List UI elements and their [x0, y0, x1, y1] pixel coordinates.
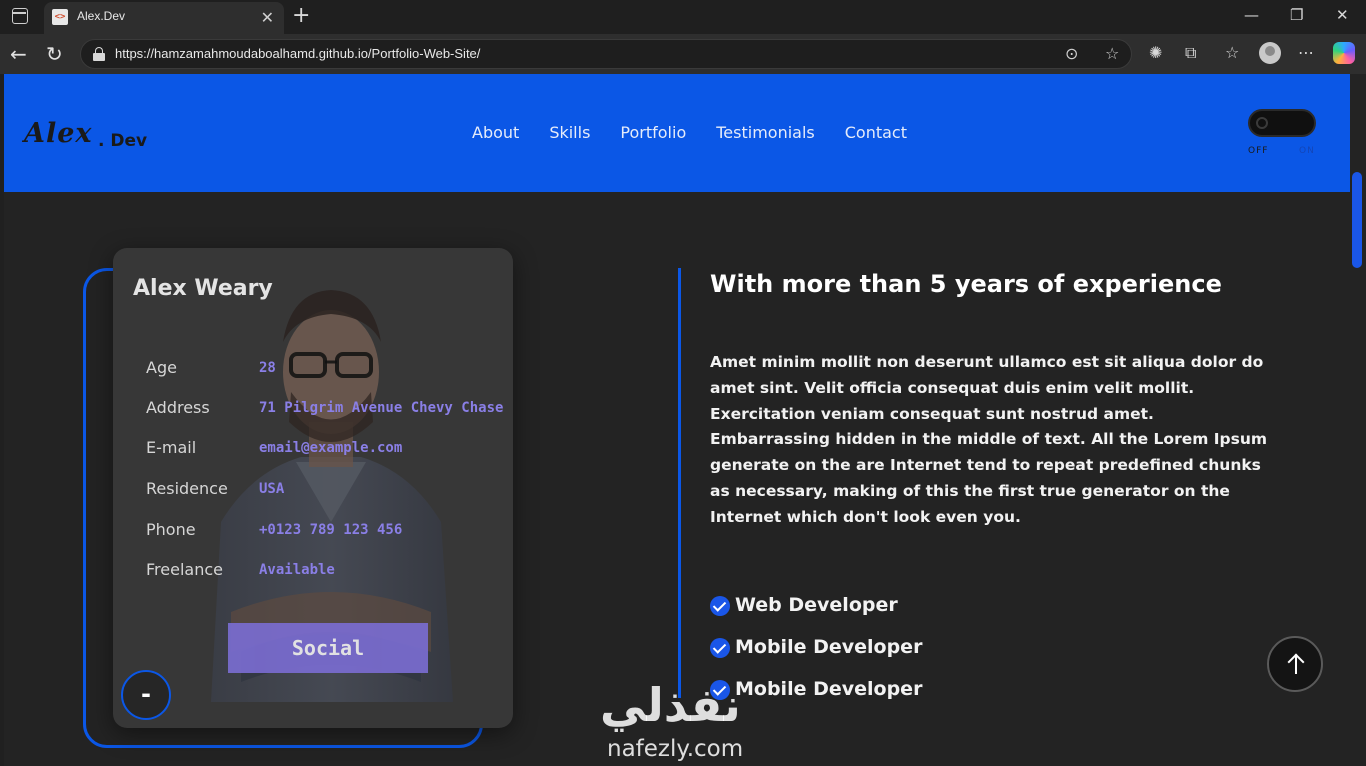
theme-toggle-switch[interactable] — [1248, 109, 1316, 137]
info-value: Available — [259, 562, 335, 578]
main-nav: About Skills Portfolio Testimonials Cont… — [472, 123, 907, 142]
lock-icon — [93, 47, 105, 61]
info-label: Residence — [146, 479, 228, 498]
check-circle-icon — [710, 638, 730, 658]
watermark-latin: nafezly.com — [607, 736, 744, 762]
extensions-puzzle-icon[interactable]: ⧉ — [1185, 43, 1196, 63]
scrollbar-thumb[interactable] — [1352, 172, 1362, 268]
favicon-icon: <> — [52, 9, 68, 25]
watermark-arabic: نفذلي — [600, 678, 741, 732]
favorites-icon[interactable]: ☆ — [1225, 43, 1239, 62]
more-menu-icon[interactable]: ⋯ — [1298, 43, 1314, 62]
favorite-star-icon[interactable]: ☆ — [1105, 44, 1119, 63]
role-label: Mobile Developer — [735, 636, 923, 658]
toggle-on-label: ON — [1299, 146, 1315, 156]
nav-testimonials[interactable]: Testimonials — [716, 123, 815, 142]
card-name: Alex Weary — [133, 276, 273, 301]
check-circle-icon — [710, 596, 730, 616]
page-scrollbar[interactable] — [1350, 74, 1366, 766]
logo-suffix: . Dev — [98, 131, 148, 151]
section-divider — [678, 268, 681, 698]
info-row-residence: Residence USA — [146, 479, 513, 503]
info-row-email: E-mail email@example.com — [146, 438, 513, 462]
reader-mode-icon[interactable]: ⊙ — [1065, 44, 1078, 63]
info-value[interactable]: email@example.com — [259, 440, 402, 456]
nav-portfolio[interactable]: Portfolio — [620, 123, 686, 142]
experience-heading: With more than 5 years of experience — [710, 270, 1222, 298]
collapse-minus-button[interactable]: - — [121, 670, 171, 720]
info-label: Age — [146, 358, 177, 377]
info-label: Freelance — [146, 560, 223, 579]
info-label: Phone — [146, 520, 196, 539]
info-value: 71 Pilgrim Avenue Chevy Chase — [259, 400, 504, 416]
info-value: 28 — [259, 360, 276, 376]
experience-paragraph: Amet minim mollit non deserunt ullamco e… — [710, 353, 1268, 526]
minimize-icon[interactable]: — — [1244, 6, 1259, 24]
info-label: Address — [146, 398, 210, 417]
info-row-address: Address 71 Pilgrim Avenue Chevy Chase — [146, 398, 513, 422]
url-text[interactable]: https://hamzamahmoudaboalhamd.github.io/… — [115, 46, 480, 61]
role-label: Web Developer — [735, 594, 898, 616]
info-row-age: Age 28 — [146, 358, 513, 382]
tab-close-icon[interactable]: ✕ — [261, 8, 274, 27]
browser-toolbar: ← ↻ https://hamzamahmoudaboalhamd.github… — [0, 34, 1366, 74]
profile-avatar-icon[interactable] — [1259, 42, 1281, 64]
back-arrow-icon[interactable]: ← — [10, 42, 27, 66]
toggle-knob-icon — [1256, 117, 1268, 129]
site-header: Alex . Dev About Skills Portfolio Testim… — [4, 74, 1350, 192]
site-logo[interactable]: Alex . Dev — [24, 118, 147, 151]
browser-tab[interactable]: <> Alex.Dev ✕ — [44, 2, 284, 34]
refresh-icon[interactable]: ↻ — [46, 42, 63, 66]
restore-icon[interactable]: ❐ — [1290, 6, 1303, 24]
social-button[interactable]: Social — [228, 623, 428, 673]
tab-actions-icon[interactable] — [12, 8, 28, 24]
profile-card: Alex Weary Age 28 Address 71 Pilgrim Ave… — [113, 248, 513, 728]
nav-about[interactable]: About — [472, 123, 519, 142]
browser-tab-strip: <> Alex.Dev ✕ + — ❐ ✕ — [0, 0, 1366, 34]
role-label: Mobile Developer — [735, 678, 923, 700]
new-tab-icon[interactable]: + — [292, 3, 310, 28]
info-value: +0123 789 123 456 — [259, 522, 403, 538]
tab-title: Alex.Dev — [77, 9, 126, 23]
toggle-off-label: OFF — [1248, 146, 1269, 156]
copilot-icon[interactable] — [1333, 42, 1355, 64]
logo-text: Alex — [24, 118, 93, 149]
info-label: E-mail — [146, 438, 197, 457]
info-row-freelance: Freelance Available — [146, 560, 513, 584]
page-viewport: Alex . Dev About Skills Portfolio Testim… — [4, 74, 1350, 766]
window-close-icon[interactable]: ✕ — [1336, 6, 1349, 24]
info-value: USA — [259, 481, 285, 497]
nav-skills[interactable]: Skills — [549, 123, 590, 142]
extension-icon[interactable]: ✺ — [1149, 43, 1162, 62]
address-bar[interactable]: https://hamzamahmoudaboalhamd.github.io/… — [80, 39, 1132, 69]
scroll-to-top-button[interactable] — [1267, 636, 1323, 692]
info-row-phone: Phone +0123 789 123 456 — [146, 520, 513, 544]
nav-contact[interactable]: Contact — [845, 123, 907, 142]
